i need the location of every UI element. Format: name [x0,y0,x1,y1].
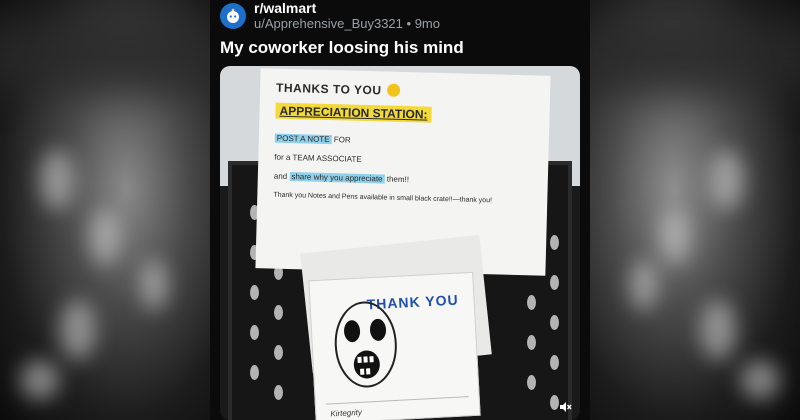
sign-text: them!! [384,174,410,185]
thank-you-note: THANK YOU Kirtegrity [308,271,481,420]
blurred-background-left [0,0,210,420]
post-age: 9mo [414,16,440,31]
sign-thanks-text: THANKS TO YOU [275,80,382,98]
sign-highlight: POST A NOTE [274,133,332,145]
post-image[interactable]: THANKS TO YOU APPRECIATION STATION: POST… [220,66,580,420]
sign-line-3: POST A NOTE FOR [274,133,533,150]
blur-spot [140,260,168,310]
blur-spot [20,360,60,400]
scribbled-face-drawing [334,301,397,388]
sign-text: and [273,171,290,182]
sign-highlight: share why you appreciate [289,172,385,184]
blur-spot [40,150,74,210]
blur-spot [60,300,96,360]
note-signature: Kirtegrity [330,407,363,419]
byline-separator: • [406,16,412,31]
sign-line-2: APPRECIATION STATION: [275,102,432,123]
subreddit-name[interactable]: r/walmart [254,1,440,16]
walmart-snoo-icon[interactable] [220,3,246,29]
crate-hole [550,275,559,290]
blur-spot [660,210,690,265]
username[interactable]: u/Apprehensive_Buy3321 [254,16,403,31]
blur-spot [90,210,120,265]
blur-band [0,20,210,90]
blur-spot [740,360,780,400]
crate-hole [527,375,536,390]
blur-spot [700,300,736,360]
post-title[interactable]: My coworker loosing his mind [220,38,464,58]
sign-text: FOR [331,135,351,145]
sign-line-1: THANKS TO YOU [276,81,534,102]
crate-hole [250,365,259,380]
crate-hole [527,295,536,310]
crate-hole [527,335,536,350]
crate-hole [274,305,283,320]
crate-hole [250,285,259,300]
blur-spot [630,260,658,310]
crate-hole [250,325,259,340]
muted-speaker-icon[interactable] [558,400,572,414]
post-byline: u/Apprehensive_Buy3321 • 9mo [254,16,440,31]
sign-line-6: Thank you Notes and Pens available in sm… [273,191,493,205]
note-signature-line [325,396,469,405]
reddit-post: r/walmart u/Apprehensive_Buy3321 • 9mo M… [210,0,590,420]
blurred-background-right [590,0,800,420]
crate-hole [274,345,283,360]
crate-hole [274,385,283,400]
crate-hole [550,355,559,370]
blur-spot [710,150,744,210]
sign-line-4: for a TEAM ASSOCIATE [274,152,362,164]
blur-band [590,20,800,90]
crate-hole [550,315,559,330]
sign-line-5: and share why you appreciate them!! [274,172,532,188]
smiley-emoji-icon [387,83,401,97]
crate-hole [550,235,559,250]
post-header: r/walmart u/Apprehensive_Buy3321 • 9mo [220,0,440,32]
